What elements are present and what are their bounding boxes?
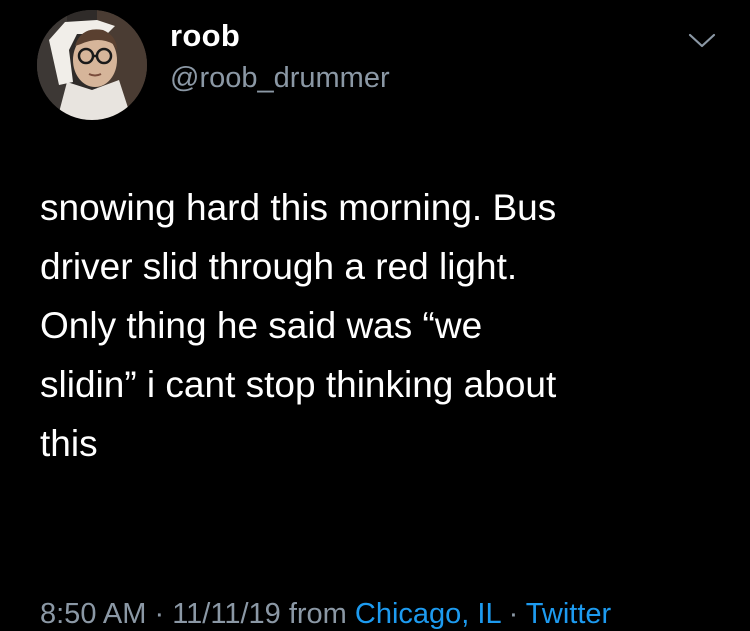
tweet-time[interactable]: 8:50 AM [40, 598, 146, 630]
tweet-line: slidin” i cant stop thinking about [40, 364, 557, 405]
avatar-photo [37, 10, 147, 120]
from-label: from [280, 598, 355, 630]
meta-separator: · [500, 598, 526, 630]
source-link[interactable]: Twitter [526, 598, 611, 630]
tweet-line: this [40, 423, 98, 464]
display-name[interactable]: roob [170, 18, 240, 54]
tweet-line: Only thing he said was “we [40, 305, 483, 346]
user-handle[interactable]: @roob_drummer [170, 62, 390, 95]
meta-separator: · [146, 598, 173, 630]
tweet-date[interactable]: 11/11/19 [172, 598, 281, 630]
tweet-line: driver slid through a red light. [40, 246, 518, 287]
tweet-line: snowing hard this morning. Bus [40, 187, 557, 228]
tweet-card: roob @roob_drummer snowing hard this mor… [0, 0, 750, 630]
location-link[interactable]: Chicago, IL [355, 598, 501, 630]
avatar[interactable] [37, 10, 147, 120]
tweet-meta: 8:50 AM · 11/11/19 from Chicago, IL · Tw… [40, 598, 611, 631]
tweet-text: snowing hard this morning. Bus driver sl… [40, 178, 720, 473]
chevron-down-icon[interactable] [686, 30, 718, 52]
